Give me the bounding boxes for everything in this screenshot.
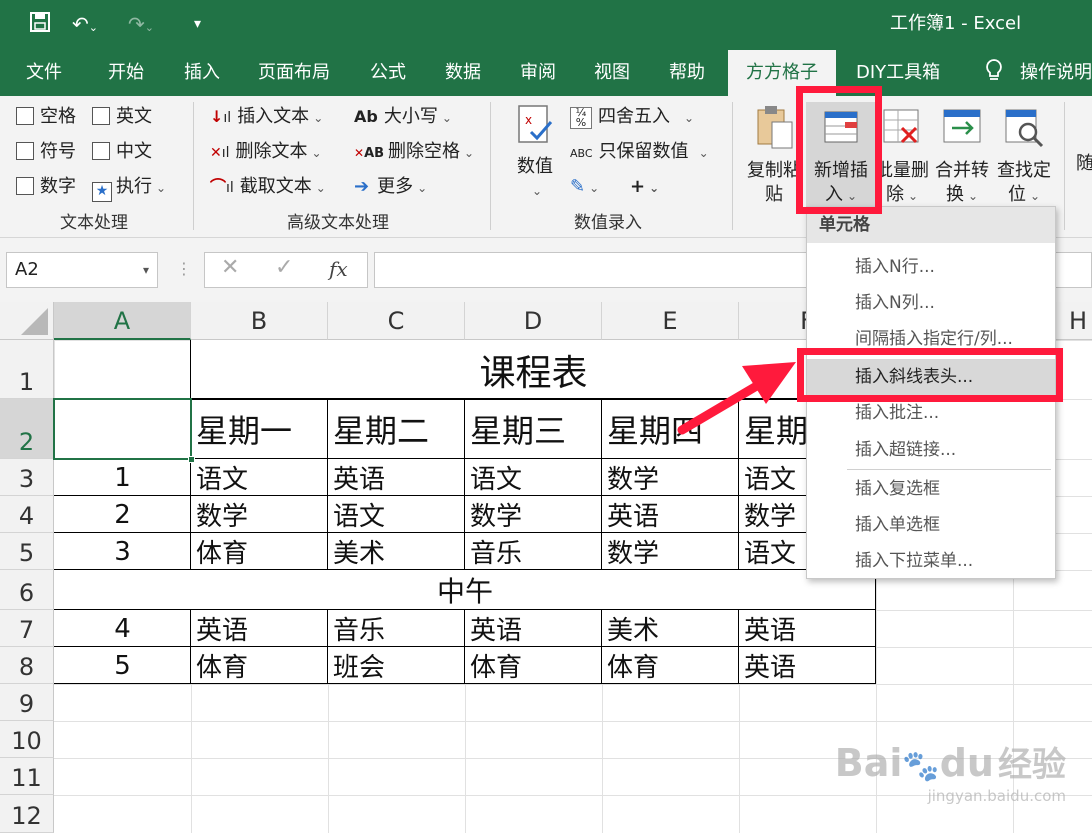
baidu-jingyan-watermark: Bai🐾du 经验 jingyan.baidu.com — [835, 743, 1066, 805]
watermark-brand: du — [939, 741, 994, 785]
watermark-brand: Bai — [834, 741, 903, 785]
paw-icon: 🐾 — [902, 749, 940, 784]
annotation-arrow-icon — [677, 362, 796, 435]
watermark-url: jingyan.baidu.com — [927, 787, 1066, 805]
watermark-label: 经验 — [998, 745, 1066, 785]
